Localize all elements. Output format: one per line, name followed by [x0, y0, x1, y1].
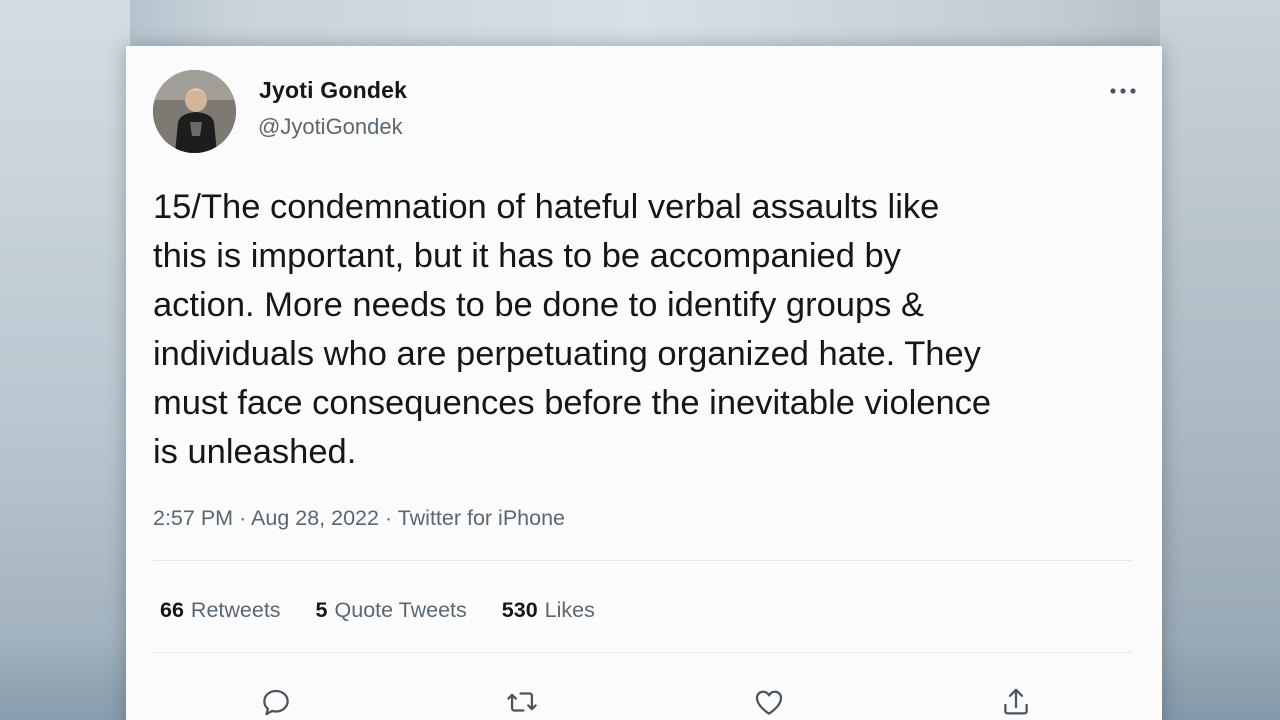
share-icon [1004, 688, 1028, 715]
more-horizontal-icon [1110, 88, 1136, 94]
more-options-button[interactable] [1106, 76, 1140, 106]
divider [153, 652, 1133, 653]
meta-separator: · [239, 506, 247, 530]
retweet-button[interactable] [502, 682, 542, 720]
retweet-icon [507, 692, 537, 712]
tweet-actions [126, 682, 1162, 720]
retweets-stat[interactable]: 66 Retweets [160, 598, 281, 623]
likes-stat[interactable]: 530 Likes [502, 598, 595, 623]
quote-tweets-label: Quote Tweets [334, 598, 467, 622]
tweet-card: Jyoti Gondek @JyotiGondek 15/The condemn… [126, 46, 1162, 720]
quote-tweets-stat[interactable]: 5 Quote Tweets [316, 598, 467, 623]
likes-count: 530 [501, 598, 538, 622]
author-display-name[interactable]: Jyoti Gondek [259, 77, 407, 104]
author-handle[interactable]: @JyotiGondek [258, 114, 403, 140]
retweets-count: 66 [160, 598, 184, 622]
retweets-label: Retweets [190, 598, 281, 622]
profile-photo-icon [153, 70, 236, 153]
tweet-time[interactable]: 2:57 PM [153, 506, 233, 530]
like-icon [755, 690, 783, 715]
background-right [1160, 0, 1280, 720]
avatar[interactable] [153, 70, 236, 153]
likes-label: Likes [544, 598, 595, 622]
tweet-text: 15/The condemnation of hateful verbal as… [153, 188, 992, 471]
divider [153, 560, 1133, 561]
quote-tweets-count: 5 [315, 598, 328, 622]
reply-button[interactable] [256, 682, 296, 720]
tweet-date[interactable]: Aug 28, 2022 [251, 506, 379, 530]
share-button[interactable] [996, 682, 1036, 720]
tweet-meta: 2:57 PM · Aug 28, 2022 · Twitter for iPh… [153, 506, 565, 531]
like-button[interactable] [749, 682, 789, 720]
tweet-source[interactable]: Twitter for iPhone [398, 506, 565, 530]
meta-separator: · [384, 506, 393, 530]
reply-icon [263, 689, 289, 716]
background-left [0, 0, 130, 720]
tweet-stats: 66 Retweets 5 Quote Tweets 530 Likes [160, 598, 630, 623]
